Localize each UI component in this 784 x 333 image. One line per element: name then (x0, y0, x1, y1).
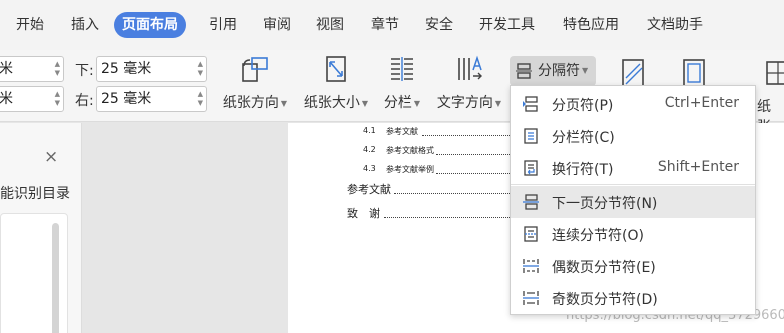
even-page-section-icon (523, 259, 539, 273)
columns-button[interactable]: 分栏 ▼ (378, 50, 426, 120)
menu-divider (511, 184, 755, 185)
menu-item-line-break[interactable]: 换行符(T) Shift+Enter (511, 152, 755, 184)
left-margin-value: 米 (0, 91, 13, 107)
dot-leader (436, 173, 510, 174)
page-border-icon[interactable] (620, 58, 648, 88)
tab-security[interactable]: 安全 (425, 12, 453, 38)
toc-entry: 参考文献 (386, 127, 418, 136)
tab-special[interactable]: 特色应用 (563, 12, 619, 38)
separator-button[interactable]: 分隔符 ▼ (510, 56, 596, 86)
tab-doc-assistant[interactable]: 文档助手 (647, 12, 703, 38)
chevron-down-icon: ▼ (582, 66, 589, 75)
chevron-down-icon: ▼ (494, 98, 502, 108)
spin-arrows-icon[interactable]: ▲ ▼ (198, 60, 203, 78)
right-margin-field[interactable]: 25 毫米 ▲ ▼ (96, 86, 207, 112)
bottom-margin-label: 下: (75, 63, 94, 79)
menu-item-label: 偶数页分节符(E) (552, 260, 656, 276)
top-margin-field[interactable]: 米 ▲ ▼ (0, 56, 64, 82)
bottom-margin-field[interactable]: 25 毫米 ▲ ▼ (96, 56, 207, 82)
chevron-down-icon: ▼ (413, 98, 421, 108)
toc-num: 4.1 (363, 126, 376, 135)
menu-item-column-break[interactable]: 分栏符(C) (511, 120, 755, 152)
spin-arrows-icon[interactable]: ▲ ▼ (55, 60, 60, 78)
menu-item-label: 连续分节符(O) (552, 228, 644, 244)
right-margin-value: 25 毫米 (101, 91, 152, 107)
orientation-label: 纸张方向 (222, 95, 279, 111)
page-setup-icon[interactable] (680, 58, 708, 88)
spin-arrows-icon[interactable]: ▲ ▼ (55, 90, 60, 108)
line-break-icon (524, 160, 538, 176)
size-label: 纸张大小 (303, 95, 360, 111)
menu-item-label: 分栏符(C) (552, 130, 615, 146)
separator-icon (516, 63, 532, 79)
dot-leader (436, 154, 510, 155)
text-direction-icon (458, 55, 482, 80)
tab-chapter[interactable]: 章节 (371, 12, 399, 38)
chevron-down-icon: ▼ (280, 98, 288, 108)
panel-scrollbar[interactable] (52, 223, 59, 333)
tab-page-layout[interactable]: 页面布局 (114, 12, 186, 38)
menu-item-label: 分页符(P) (552, 98, 614, 114)
odd-page-section-icon (523, 291, 539, 305)
tab-references[interactable]: 引用 (209, 12, 237, 38)
menu-item-page-break[interactable]: 分页符(P) Ctrl+Enter (511, 88, 755, 120)
chevron-down-icon: ▼ (361, 98, 369, 108)
toc-num: 4.2 (363, 145, 376, 154)
menu-item-label: 下一页分节符(N) (552, 196, 658, 212)
orientation-button[interactable]: 纸张方向 ▼ (218, 50, 292, 120)
menu-item-next-page-section[interactable]: 下一页分节符(N) (511, 186, 755, 218)
dot-leader (384, 217, 510, 218)
tab-bar: 开始 插入 页面布局 引用 审阅 视图 章节 安全 开发工具 特色应用 文档助手 (0, 0, 784, 50)
panel-title: 能识别目录 (0, 186, 70, 202)
menu-item-continuous-section[interactable]: 连续分节符(O) (511, 218, 755, 250)
text-direction-label: 文字方向 (436, 95, 493, 111)
dot-leader (394, 193, 510, 194)
menu-item-label: 换行符(T) (552, 162, 614, 178)
columns-icon (391, 57, 413, 81)
column-break-icon (524, 128, 538, 144)
page-break-icon (523, 96, 538, 112)
toc-entry: 参考文献格式 (386, 146, 434, 155)
tab-start[interactable]: 开始 (16, 12, 44, 38)
left-margin-field[interactable]: 米 ▲ ▼ (0, 86, 64, 112)
tab-insert[interactable]: 插入 (71, 12, 99, 38)
menu-item-label: 奇数页分节符(D) (552, 292, 658, 308)
background-icon[interactable] (764, 58, 784, 88)
tab-developer[interactable]: 开发工具 (479, 12, 535, 38)
top-margin-value: 米 (0, 61, 13, 77)
toc-num: 4.3 (363, 164, 376, 173)
separator-label: 分隔符 (538, 63, 580, 79)
menu-item-shortcut: Shift+Enter (657, 159, 739, 175)
separator-dropdown-menu: 分页符(P) Ctrl+Enter 分栏符(C) 换行符(T) Shift+En… (510, 85, 756, 315)
toc-entry: 参考文献举例 (386, 165, 434, 174)
tab-view[interactable]: 视图 (316, 12, 344, 38)
close-icon[interactable]: × (44, 147, 58, 167)
menu-item-odd-page-section[interactable]: 奇数页分节符(D) (511, 282, 755, 314)
page-size-icon (326, 56, 346, 82)
size-button[interactable]: 纸张大小 ▼ (300, 50, 372, 120)
toc-references: 参考文献 (347, 183, 391, 196)
right-margin-label: 右: (75, 93, 94, 109)
spin-arrows-icon[interactable]: ▲ ▼ (198, 90, 203, 108)
bottom-margin-value: 25 毫米 (101, 61, 152, 77)
page-orientation-icon (242, 57, 268, 82)
toc-thanks: 致 谢 (347, 207, 380, 220)
menu-item-even-page-section[interactable]: 偶数页分节符(E) (511, 250, 755, 282)
text-direction-button[interactable]: 文字方向 ▼ (432, 50, 506, 120)
continuous-section-icon (524, 226, 538, 242)
columns-label: 分栏 (383, 95, 412, 111)
next-page-section-icon (523, 194, 539, 210)
tab-review[interactable]: 审阅 (263, 12, 291, 38)
dot-leader (422, 135, 510, 136)
navigation-panel: × 能识别目录 (0, 123, 82, 333)
menu-item-shortcut: Ctrl+Enter (664, 95, 739, 111)
